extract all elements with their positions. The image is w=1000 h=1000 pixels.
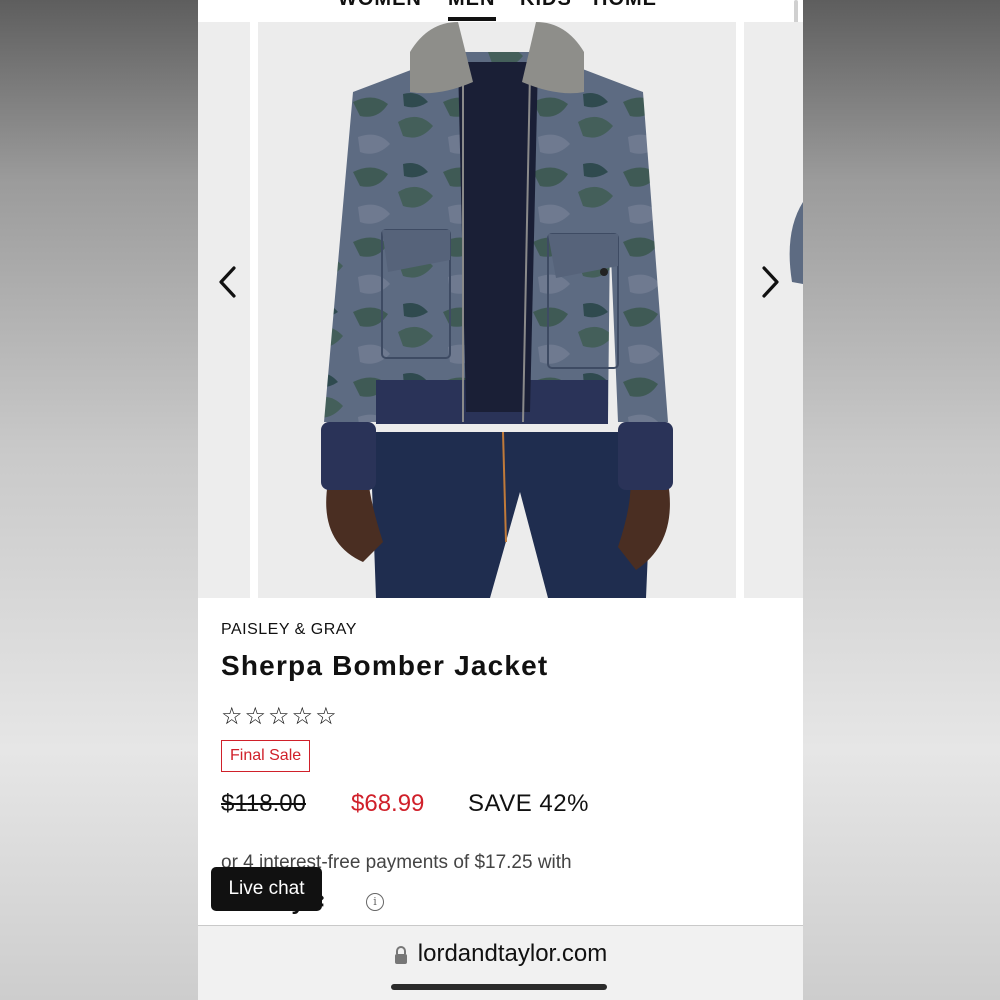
live-chat-button[interactable]: Live chat [211, 867, 322, 911]
sale-price: $68.99 [351, 790, 425, 817]
category-nav: WOMEN MEN KIDS HOME [198, 0, 803, 22]
carousel-slide-previous[interactable] [198, 22, 250, 598]
background-blur-left [0, 0, 198, 1000]
nav-active-indicator [448, 17, 496, 21]
nav-item-kids[interactable]: KIDS [520, 0, 572, 11]
carousel-slide-next[interactable] [744, 22, 803, 598]
product-title: Sherpa Bomber Jacket [221, 650, 549, 681]
nav-item-men[interactable]: MEN [448, 0, 495, 11]
savings-label: SAVE 42% [468, 790, 589, 817]
url-text: lordandtaylor.com [417, 940, 608, 967]
star-empty-icon: ☆ [221, 702, 243, 730]
nav-item-women[interactable]: WOMEN [338, 0, 422, 11]
home-indicator[interactable] [391, 984, 607, 990]
chevron-right-icon [762, 266, 779, 298]
carousel-prev-button[interactable] [208, 262, 248, 302]
product-brand[interactable]: PAISLEY & GRAY [221, 621, 357, 639]
product-image[interactable] [258, 22, 736, 598]
background-blur-right [803, 0, 1000, 1000]
original-price: $118.00 [221, 790, 306, 817]
chevron-left-icon [219, 266, 236, 298]
star-empty-icon: ☆ [268, 702, 290, 730]
lock-icon [394, 945, 407, 964]
jacket-model-image [258, 22, 736, 598]
info-icon[interactable]: i [366, 893, 384, 911]
star-empty-icon: ☆ [244, 702, 267, 730]
product-image-carousel[interactable] [198, 22, 803, 598]
browser-address-bar: lordandtaylor.com [198, 925, 803, 1000]
star-empty-icon: ☆ [291, 702, 314, 730]
star-empty-icon: ☆ [315, 702, 337, 730]
phone-screen: WOMEN MEN KIDS HOME [198, 0, 803, 1000]
nav-item-home[interactable]: HOME [593, 0, 657, 11]
address-field[interactable]: lordandtaylor.com [198, 940, 803, 968]
rating-stars[interactable]: ☆ ☆ ☆ ☆ ☆ [221, 702, 337, 730]
carousel-next-button[interactable] [750, 262, 790, 302]
final-sale-badge: Final Sale [221, 740, 311, 772]
